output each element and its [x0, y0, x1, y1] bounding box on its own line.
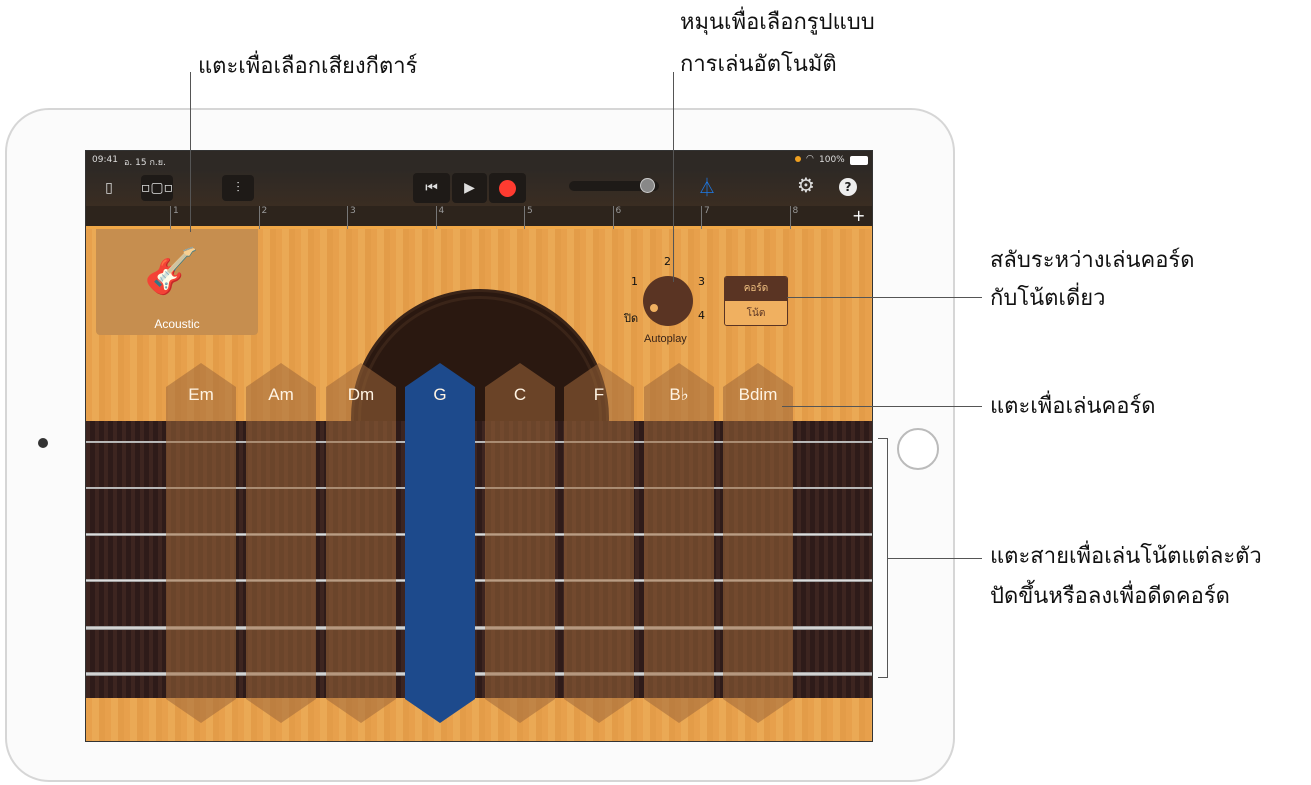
add-section-button[interactable]: + — [852, 206, 865, 225]
timeline-ruler[interactable]: 1 2 3 4 5 6 7 8 + — [86, 206, 872, 229]
chord-label: Bdim — [738, 385, 778, 404]
autoplay-4: 4 — [698, 309, 705, 322]
chord-label: F — [593, 385, 605, 404]
record-button[interactable] — [489, 173, 526, 203]
mic-indicator-icon — [795, 156, 801, 162]
instrument-selector[interactable]: 🎸 Acoustic — [96, 229, 258, 335]
autoplay-3: 3 — [698, 275, 705, 288]
annotation-switch-1: สลับระหว่างเล่นคอร์ด — [990, 248, 1195, 273]
callout-line — [190, 72, 191, 232]
chords-mode-button[interactable]: คอร์ด — [725, 277, 787, 301]
autoplay-2: 2 — [664, 255, 671, 268]
status-bar: 09:41 อ. 15 ก.ย. ◠ 100% — [86, 151, 872, 169]
callout-bracket — [878, 438, 888, 678]
wifi-icon: ◠ — [806, 154, 814, 164]
volume-slider-thumb[interactable] — [640, 178, 655, 193]
callout-line — [787, 297, 982, 298]
autoplay-off: ปิด — [624, 312, 639, 325]
play-button[interactable]: ▶ — [452, 173, 487, 203]
chord-strip-Am[interactable]: Am — [246, 363, 316, 723]
metronome-icon[interactable]: ⏃ — [698, 174, 716, 200]
browser-view-button[interactable]: ▫▢▫ — [141, 175, 173, 201]
mixer-icon[interactable]: ⫶ — [222, 175, 254, 201]
settings-gear-icon[interactable]: ⚙ — [797, 173, 815, 197]
autoplay-knob[interactable] — [643, 276, 693, 326]
ruler-bar-4: 4 — [435, 206, 444, 229]
ruler-bar-1: 1 — [170, 206, 179, 229]
time: 09:41 — [92, 155, 118, 165]
annotation-switch-2: กับโน้ตเดี่ยว — [990, 286, 1106, 311]
annotation-autoplay-1: หมุนเพื่อเลือกรูปแบบ — [680, 10, 875, 35]
chords-notes-toggle: คอร์ด โน้ต — [724, 276, 788, 326]
chord-strip-Bdim[interactable]: Bdim — [723, 363, 793, 723]
annotation-strings-1: แตะสายเพื่อเล่นโน้ตแต่ละตัว — [990, 544, 1262, 569]
camera — [38, 438, 48, 448]
autoplay-label: Autoplay — [644, 333, 687, 345]
ruler-bar-6: 6 — [612, 206, 621, 229]
annotation-play-chord: แตะเพื่อเล่นคอร์ด — [990, 394, 1156, 419]
garageband-screen: 09:41 อ. 15 ก.ย. ◠ 100% ▯ ▫▢▫ ⫶ ⏮ ▶ ⏃ ⚙ … — [85, 150, 873, 742]
ruler-bar-8: 8 — [789, 206, 798, 229]
autoplay-1: 1 — [631, 275, 638, 288]
help-icon[interactable]: ? — [839, 178, 857, 196]
knob-indicator — [650, 304, 658, 312]
date: อ. 15 ก.ย. — [124, 158, 166, 168]
ruler-bar-7: 7 — [701, 206, 710, 229]
toolbar: ▯ ▫▢▫ ⫶ ⏮ ▶ ⏃ ⚙ ? — [86, 169, 872, 206]
chord-strip-Em[interactable]: Em — [166, 363, 236, 723]
annotation-select-sound: แตะเพื่อเลือกเสียงกีตาร์ — [198, 54, 418, 79]
annotation-strings-2: ปัดขึ้นหรือลงเพื่อดีดคอร์ด — [990, 584, 1230, 609]
ruler-bar-5: 5 — [524, 206, 533, 229]
ruler-bar-2: 2 — [258, 206, 267, 229]
chord-label: Em — [188, 385, 214, 404]
chord-label: G — [433, 385, 447, 404]
ruler-bar-3: 3 — [347, 206, 356, 229]
acoustic-guitar-icon: 🎸 — [144, 246, 199, 297]
callout-line — [782, 406, 982, 407]
chord-strip-Dm[interactable]: Dm — [326, 363, 396, 723]
battery-icon — [850, 156, 868, 165]
annotation-autoplay-2: การเล่นอัตโนมัติ — [680, 52, 837, 77]
callout-line — [673, 72, 674, 282]
chord-label: C — [513, 385, 527, 404]
home-button[interactable] — [897, 428, 939, 470]
chord-strip-C[interactable]: C — [485, 363, 555, 723]
chord-strip-G[interactable]: G — [405, 363, 475, 723]
document-icon[interactable]: ▯ — [96, 175, 122, 201]
chord-label: Dm — [347, 385, 375, 404]
instrument-name: Acoustic — [154, 317, 200, 331]
notes-mode-button[interactable]: โน้ต — [725, 301, 787, 325]
battery-text: 100% — [819, 155, 845, 165]
chord-strip-B♭[interactable]: B♭ — [644, 363, 714, 723]
rewind-button[interactable]: ⏮ — [413, 173, 450, 203]
chord-strip-F[interactable]: F — [564, 363, 634, 723]
chord-label: Am — [268, 385, 294, 404]
chord-label: B♭ — [669, 385, 689, 404]
callout-line — [888, 558, 982, 559]
